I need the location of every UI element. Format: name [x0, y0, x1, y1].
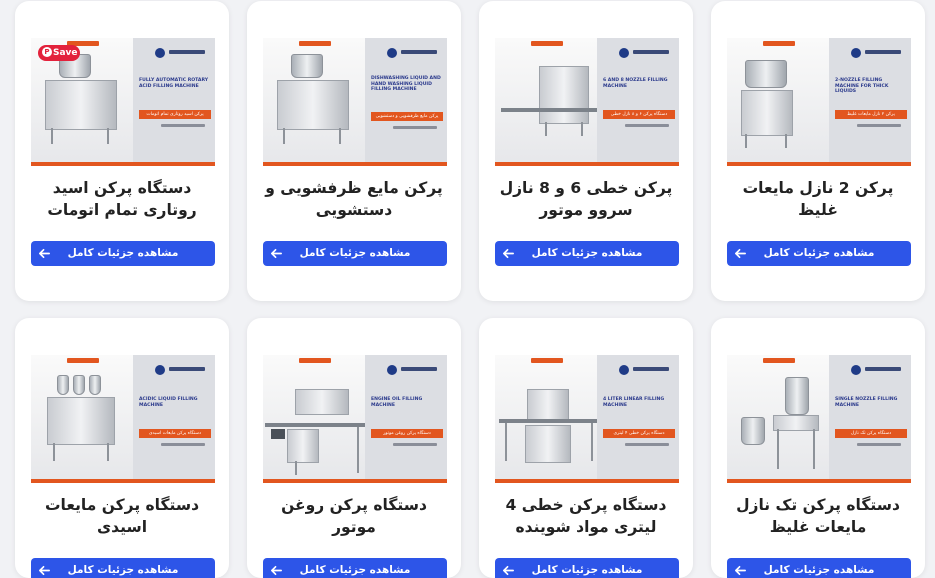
product-title[interactable]: دستگاه پرکن تک نازل مایعات غلیظ	[723, 494, 913, 538]
product-image[interactable]: ENGINE OIL FILLING MACHINE دستگاه پرکن ر…	[263, 355, 447, 483]
product-image[interactable]: 6 AND 8 NOZZLE FILLING MACHINE دستگاه پر…	[495, 38, 679, 166]
view-details-button[interactable]: مشاهده جزئیات کامل	[31, 241, 215, 266]
company-logo-icon	[619, 48, 629, 58]
company-logo-icon	[851, 48, 861, 58]
product-image[interactable]: 2-NOZZLE FILLING MACHINE FOR THICK LIQUI…	[727, 38, 911, 166]
view-details-button[interactable]: مشاهده جزئیات کامل	[263, 558, 447, 578]
product-card[interactable]: DISHWASHING LIQUID AND HAND WASHING LIQU…	[247, 1, 461, 301]
company-logo-icon	[851, 365, 861, 375]
product-title[interactable]: دستگاه پرکن مایعات اسیدی	[27, 494, 217, 538]
product-title[interactable]: پرکن مایع ظرفشویی و دستشویی	[259, 177, 449, 221]
product-title[interactable]: دستگاه پرکن روغن موتور	[259, 494, 449, 538]
view-details-button[interactable]: مشاهده جزئیات کامل	[727, 241, 911, 266]
product-image[interactable]: ACIDIC LIQUID FILLING MACHINE دستگاه پرک…	[31, 355, 215, 483]
product-card[interactable]: ENGINE OIL FILLING MACHINE دستگاه پرکن ر…	[247, 318, 461, 578]
pinterest-icon: P	[42, 46, 52, 57]
view-details-button[interactable]: مشاهده جزئیات کامل	[495, 241, 679, 266]
product-card[interactable]: 6 AND 8 NOZZLE FILLING MACHINE دستگاه پر…	[479, 1, 693, 301]
product-image[interactable]: 4 LITER LINEAR FILLING MACHINE دستگاه پر…	[495, 355, 679, 483]
view-details-button[interactable]: مشاهده جزئیات کامل	[727, 558, 911, 578]
product-card[interactable]: ACIDIC LIQUID FILLING MACHINE دستگاه پرک…	[15, 318, 229, 578]
product-title[interactable]: پرکن 2 نازل مایعات غلیظ	[723, 177, 913, 221]
view-details-button[interactable]: مشاهده جزئیات کامل	[31, 558, 215, 578]
product-card[interactable]: 4 LITER LINEAR FILLING MACHINE دستگاه پر…	[479, 318, 693, 578]
product-image[interactable]: SINGLE NOZZLE FILLING MACHINE دستگاه پرک…	[727, 355, 911, 483]
view-details-button[interactable]: مشاهده جزئیات کامل	[495, 558, 679, 578]
product-card[interactable]: 2-NOZZLE FILLING MACHINE FOR THICK LIQUI…	[711, 1, 925, 301]
product-image[interactable]: DISHWASHING LIQUID AND HAND WASHING LIQU…	[263, 38, 447, 166]
product-card[interactable]: SINGLE NOZZLE FILLING MACHINE دستگاه پرک…	[711, 318, 925, 578]
product-title[interactable]: دستگاه پرکن خطی 4 لیتری مواد شوینده	[491, 494, 681, 538]
company-logo-icon	[387, 365, 397, 375]
company-logo-icon	[619, 365, 629, 375]
pinterest-save-button[interactable]: P Save	[38, 45, 80, 61]
product-title[interactable]: پرکن خطی 6 و 8 نازل سروو موتور	[491, 177, 681, 221]
company-logo-icon	[155, 365, 165, 375]
company-logo-icon	[155, 48, 165, 58]
product-card[interactable]: FULLY AUTOMATIC ROTARY ACID FILLING MACH…	[15, 1, 229, 301]
company-logo-icon	[387, 48, 397, 58]
product-title[interactable]: دستگاه پرکن اسید روتاری تمام اتومات	[27, 177, 217, 221]
view-details-button[interactable]: مشاهده جزئیات کامل	[263, 241, 447, 266]
